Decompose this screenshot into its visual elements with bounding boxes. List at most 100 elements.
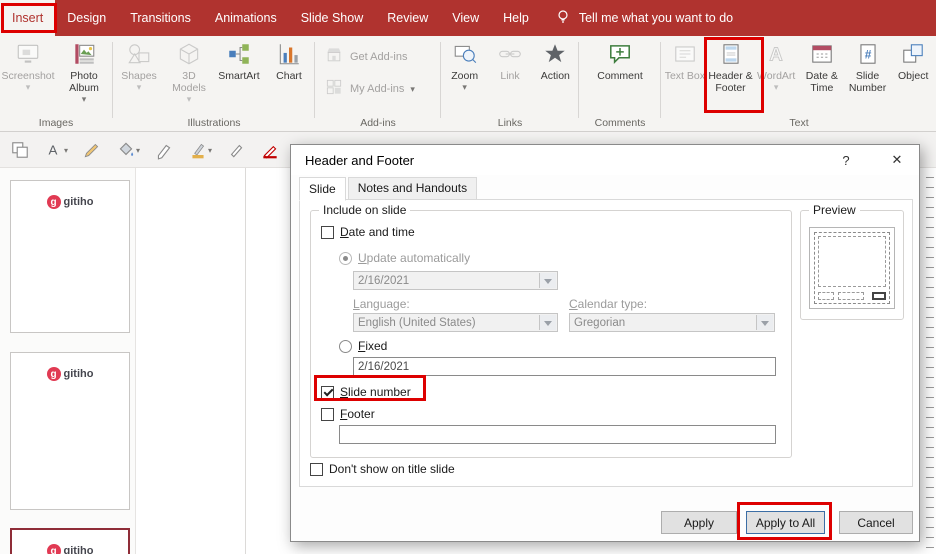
language-dropdown[interactable]: English (United States) — [353, 313, 558, 332]
tab-help[interactable]: Help — [491, 0, 541, 36]
comment-icon — [607, 40, 633, 68]
fill-tool-icon[interactable] — [116, 140, 140, 160]
tab-slide-show[interactable]: Slide Show — [289, 0, 376, 36]
dialog-close-button[interactable]: ✕ — [881, 145, 913, 175]
link-button[interactable]: Link — [487, 36, 532, 114]
dropdown-arrow-icon[interactable] — [539, 273, 556, 288]
slide-tab-page: Include on slide Date and time Update au… — [299, 199, 913, 487]
update-automatically-radio[interactable] — [339, 251, 352, 265]
font-tool-icon[interactable]: A — [44, 140, 68, 160]
my-add-ins-button[interactable]: My Add-ins — [324, 77, 440, 100]
dialog-title: Header and Footer — [305, 152, 415, 168]
dont-show-checkbox-row[interactable]: Don't show on title slide — [310, 462, 455, 476]
group-add-ins: Get Add-ins My Add-ins Add-ins — [316, 36, 440, 131]
chevron-down-icon — [136, 145, 140, 154]
date-time-button[interactable]: Date & Time — [799, 36, 845, 114]
dont-show-checkbox[interactable] — [310, 462, 323, 476]
chevron-down-icon — [208, 145, 212, 154]
shapes-button[interactable]: Shapes — [114, 36, 164, 114]
chevron-down-icon — [187, 94, 192, 103]
link-icon — [497, 40, 523, 68]
red-pen-tool-icon[interactable] — [260, 140, 280, 160]
tab-slide[interactable]: Slide — [299, 177, 346, 201]
fixed-radio-row[interactable]: Fixed — [339, 339, 387, 353]
group-label-links: Links — [497, 117, 523, 129]
slide-thumbnail-2[interactable]: g gitiho — [10, 352, 130, 510]
smartart-button[interactable]: SmartArt — [214, 36, 264, 114]
photo-album-button[interactable]: Photo Album — [56, 36, 112, 114]
gitiho-logo-mark: g — [46, 195, 61, 209]
calendar-type-label: Calendar type: — [569, 297, 648, 311]
select-region-icon[interactable] — [10, 140, 30, 160]
header-footer-button[interactable]: Header & Footer — [708, 36, 754, 114]
footer-label: Footer — [340, 407, 375, 421]
highlighter-tool-icon[interactable] — [226, 140, 246, 160]
wordart-button[interactable]: A WordArt — [753, 36, 799, 114]
slide-number-button[interactable]: # Slide Number — [845, 36, 891, 114]
chevron-down-icon — [410, 85, 415, 93]
dialog-title-bar[interactable]: Header and Footer ? ✕ — [291, 145, 919, 175]
object-button[interactable]: Object — [890, 36, 936, 114]
ribbon-tab-bar: Insert Design Transitions Animations Sli… — [0, 0, 936, 36]
object-icon — [900, 40, 926, 68]
footer-checkbox[interactable] — [321, 407, 334, 421]
group-comments: Comment Comments — [580, 36, 660, 131]
group-divider — [660, 42, 661, 118]
slide-number-checkbox[interactable] — [321, 385, 334, 399]
tab-insert[interactable]: Insert — [0, 0, 56, 36]
slide-number-icon: # — [855, 40, 881, 68]
auto-date-dropdown[interactable]: 2/16/2021 — [353, 271, 558, 290]
3d-models-button[interactable]: 3D Models — [164, 36, 214, 114]
slide-number-checkbox-row[interactable]: Slide number — [321, 385, 411, 399]
tab-view[interactable]: View — [440, 0, 491, 36]
fixed-radio[interactable] — [339, 339, 352, 353]
dropdown-arrow-icon[interactable] — [756, 315, 773, 330]
date-time-icon — [809, 40, 835, 68]
svg-text:A: A — [770, 44, 783, 65]
tab-transitions[interactable]: Transitions — [118, 0, 203, 36]
slide-thumbnail-3[interactable]: g gitiho — [10, 528, 130, 554]
tab-review[interactable]: Review — [375, 0, 440, 36]
apply-button[interactable]: Apply — [661, 511, 737, 534]
pen-tool-icon[interactable] — [154, 140, 174, 160]
shapes-icon — [126, 40, 152, 68]
gitiho-logo: g gitiho — [11, 367, 129, 381]
comment-button[interactable]: Comment — [588, 36, 652, 114]
update-automatically-radio-row[interactable]: Update automatically — [339, 251, 470, 265]
cancel-button[interactable]: Cancel — [839, 511, 913, 534]
dropdown-arrow-icon[interactable] — [539, 315, 556, 330]
text-box-button[interactable]: Text Box — [662, 36, 708, 114]
action-button[interactable]: Action — [533, 36, 578, 114]
date-and-time-checkbox[interactable] — [321, 225, 334, 239]
group-label-text: Text — [789, 117, 809, 129]
zoom-button[interactable]: Zoom — [442, 36, 487, 114]
footer-text-input[interactable] — [339, 425, 776, 444]
screenshot-button[interactable]: Screenshot — [0, 36, 56, 114]
gitiho-logo-mark: g — [46, 544, 61, 554]
group-illustrations: Shapes 3D Models SmartArt Chart Illustr — [114, 36, 314, 131]
group-divider — [112, 42, 113, 118]
tab-design[interactable]: Design — [55, 0, 118, 36]
chart-button[interactable]: Chart — [264, 36, 314, 114]
preview-group: Preview — [800, 203, 904, 320]
fixed-date-input[interactable] — [353, 357, 776, 376]
tab-notes-and-handouts[interactable]: Notes and Handouts — [347, 177, 478, 200]
footer-checkbox-row[interactable]: Footer — [321, 407, 375, 421]
calendar-type-dropdown[interactable]: Gregorian — [569, 313, 775, 332]
slide-thumbnail-1[interactable]: g gitiho — [10, 180, 130, 333]
dont-show-label: Don't show on title slide — [329, 462, 455, 476]
chevron-down-icon — [462, 82, 467, 91]
marker-tool-icon[interactable] — [188, 140, 212, 160]
chevron-down-icon — [26, 82, 31, 91]
group-divider — [578, 42, 579, 118]
get-add-ins-button[interactable]: Get Add-ins — [324, 45, 440, 68]
tab-animations[interactable]: Animations — [203, 0, 289, 36]
preview-thumbnail — [809, 227, 895, 309]
group-divider — [440, 42, 441, 118]
tell-me-box[interactable]: Tell me what you want to do — [555, 0, 733, 36]
dialog-help-button[interactable]: ? — [831, 145, 861, 175]
pencil-tool-icon[interactable] — [82, 140, 102, 160]
date-and-time-label: Date and time — [340, 225, 415, 239]
apply-to-all-button[interactable]: Apply to All — [746, 511, 825, 534]
date-and-time-checkbox-row[interactable]: Date and time — [321, 225, 415, 239]
